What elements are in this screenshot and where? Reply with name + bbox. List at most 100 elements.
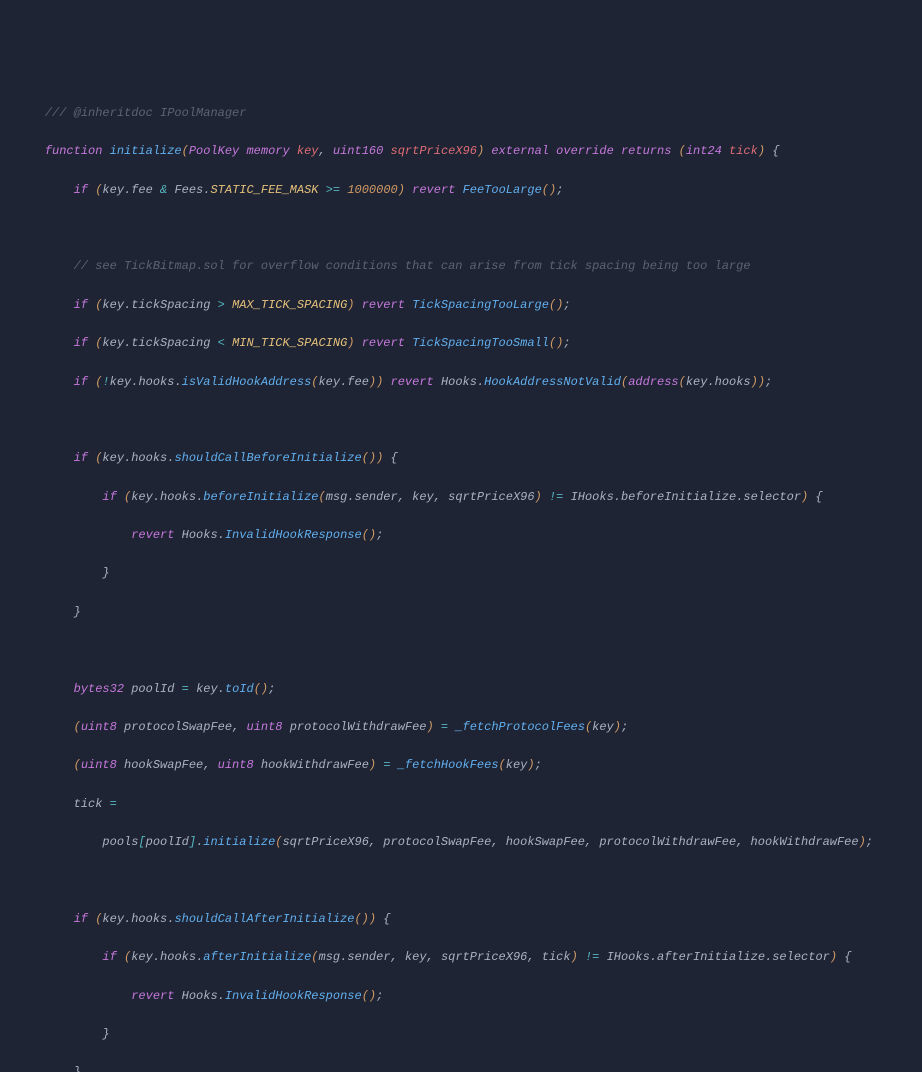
- type: uint8: [81, 720, 117, 734]
- property: hooks: [131, 912, 167, 926]
- function-call: InvalidHookResponse: [225, 989, 362, 1003]
- keyword: if: [74, 451, 88, 465]
- keyword: if: [102, 490, 116, 504]
- function-call: _fetchProtocolFees: [455, 720, 585, 734]
- keyword: revert: [362, 336, 405, 350]
- function-call: TickSpacingTooLarge: [412, 298, 549, 312]
- keyword: if: [74, 912, 88, 926]
- keyword: override: [556, 144, 614, 158]
- property: msg: [319, 950, 341, 964]
- keyword: revert: [391, 375, 434, 389]
- variable: poolId: [131, 682, 174, 696]
- function-call: shouldCallAfterInitialize: [174, 912, 354, 926]
- variable: poolId: [146, 835, 189, 849]
- property: hooks: [131, 451, 167, 465]
- keyword: revert: [131, 989, 174, 1003]
- comment: // see TickBitmap.sol for overflow condi…: [74, 259, 751, 273]
- param: sqrtPriceX96: [391, 144, 477, 158]
- property: sender: [347, 950, 390, 964]
- property: selector: [772, 950, 830, 964]
- constant: STATIC_FEE_MASK: [210, 183, 318, 197]
- function-call: FeeTooLarge: [463, 183, 542, 197]
- function-name: initialize: [110, 144, 182, 158]
- property: selector: [743, 490, 801, 504]
- code-line: (uint8 hookSwapFee, uint8 hookWithdrawFe…: [16, 756, 906, 775]
- param: tick: [729, 144, 758, 158]
- code-line: }: [16, 1063, 906, 1072]
- property: hooks: [715, 375, 751, 389]
- property: sender: [355, 490, 398, 504]
- function-call: _fetchHookFees: [398, 758, 499, 772]
- code-line: tick =: [16, 795, 906, 814]
- function-call: TickSpacingTooSmall: [412, 336, 549, 350]
- keyword: revert: [131, 528, 174, 542]
- code-line: [16, 411, 906, 430]
- code-line: if (!key.hooks.isValidHookAddress(key.fe…: [16, 373, 906, 392]
- keyword: if: [74, 183, 88, 197]
- class: Hooks: [182, 528, 218, 542]
- comment: /// @inheritdoc IPoolManager: [45, 106, 247, 120]
- property: tickSpacing: [131, 336, 210, 350]
- param: key: [297, 144, 319, 158]
- keyword: revert: [362, 298, 405, 312]
- code-block: /// @inheritdoc IPoolManager function in…: [16, 85, 906, 1072]
- code-line: (uint8 protocolSwapFee, uint8 protocolWi…: [16, 718, 906, 737]
- function-call: toId: [225, 682, 254, 696]
- function-call: HookAddressNotValid: [484, 375, 621, 389]
- code-line: }: [16, 564, 906, 583]
- code-line: // see TickBitmap.sol for overflow condi…: [16, 257, 906, 276]
- code-line: /// @inheritdoc IPoolManager: [16, 104, 906, 123]
- function-call: isValidHookAddress: [182, 375, 312, 389]
- keyword: returns: [621, 144, 671, 158]
- class: IHooks: [607, 950, 650, 964]
- property: fee: [131, 183, 153, 197]
- function-call: initialize: [203, 835, 275, 849]
- number: 1000000: [347, 183, 397, 197]
- keyword: memory: [246, 144, 289, 158]
- variable: protocolWithdrawFee: [290, 720, 427, 734]
- variable: hookSwapFee: [124, 758, 203, 772]
- class: Hooks: [182, 989, 218, 1003]
- code-line: if (key.hooks.shouldCallBeforeInitialize…: [16, 449, 906, 468]
- keyword: address: [628, 375, 678, 389]
- class: Hooks: [441, 375, 477, 389]
- type: uint8: [218, 758, 254, 772]
- type: PoolKey: [189, 144, 239, 158]
- type: uint8: [81, 758, 117, 772]
- constant: MIN_TICK_SPACING: [232, 336, 347, 350]
- type: bytes32: [74, 682, 124, 696]
- property: tickSpacing: [131, 298, 210, 312]
- type: uint8: [246, 720, 282, 734]
- variable: tick: [74, 797, 103, 811]
- code-line: [16, 641, 906, 660]
- property: hooks: [160, 950, 196, 964]
- function-call: shouldCallBeforeInitialize: [174, 451, 361, 465]
- code-line: }: [16, 1025, 906, 1044]
- type: uint160: [333, 144, 383, 158]
- property: afterInitialize: [657, 950, 765, 964]
- class: Fees: [174, 183, 203, 197]
- code-line: if (key.tickSpacing > MAX_TICK_SPACING) …: [16, 296, 906, 315]
- keyword: if: [74, 375, 88, 389]
- code-line: if (key.hooks.beforeInitialize(msg.sende…: [16, 488, 906, 507]
- variable: hookWithdrawFee: [261, 758, 369, 772]
- code-line: }: [16, 603, 906, 622]
- property: msg: [326, 490, 348, 504]
- keyword: if: [74, 298, 88, 312]
- code-line: pools[poolId].initialize(sqrtPriceX96, p…: [16, 833, 906, 852]
- function-call: beforeInitialize: [203, 490, 318, 504]
- property: fee: [347, 375, 369, 389]
- function-call: afterInitialize: [203, 950, 311, 964]
- type: int24: [686, 144, 722, 158]
- keyword: if: [74, 336, 88, 350]
- keyword: if: [102, 950, 116, 964]
- code-line: bytes32 poolId = key.toId();: [16, 680, 906, 699]
- property: beforeInitialize: [621, 490, 736, 504]
- variable: pools: [102, 835, 138, 849]
- code-line: [16, 871, 906, 890]
- keyword: function: [45, 144, 103, 158]
- code-line: if (key.fee & Fees.STATIC_FEE_MASK >= 10…: [16, 181, 906, 200]
- code-line: if (key.tickSpacing < MIN_TICK_SPACING) …: [16, 334, 906, 353]
- code-line: if (key.hooks.afterInitialize(msg.sender…: [16, 948, 906, 967]
- property: hooks: [160, 490, 196, 504]
